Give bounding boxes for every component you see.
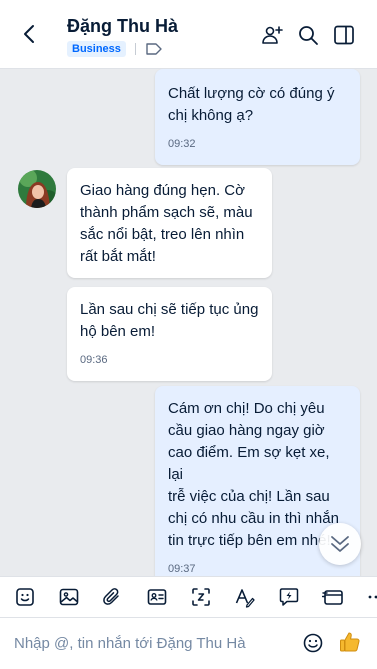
- message-bubble-received[interactable]: Giao hàng đúng hẹn. Cờ thành phẩm sạch s…: [67, 168, 272, 278]
- text-format-icon[interactable]: [234, 586, 256, 608]
- add-member-icon[interactable]: [260, 23, 284, 47]
- message-input[interactable]: [14, 631, 284, 655]
- business-badge: Business: [67, 41, 126, 57]
- payment-card-icon[interactable]: [322, 586, 344, 608]
- contact-name[interactable]: Đặng Thu Hà: [67, 16, 178, 37]
- back-arrow-icon[interactable]: [18, 22, 42, 46]
- image-icon[interactable]: [58, 586, 80, 608]
- double-chevron-down-icon: [331, 536, 349, 552]
- message-time: 09:37: [168, 563, 196, 575]
- search-icon[interactable]: [296, 23, 320, 47]
- scroll-to-bottom-button[interactable]: [319, 523, 361, 565]
- message-text: Chất lượng cờ có đúng ý chị không ạ?: [168, 85, 335, 124]
- thumbs-up-icon[interactable]: [338, 630, 362, 654]
- composer-toolbar: [0, 576, 377, 618]
- contact-avatar[interactable]: [18, 170, 56, 208]
- message-text: Cám ơn chị! Do chị yêu cầu giao hàng nga…: [168, 400, 339, 549]
- screenshot-icon[interactable]: [190, 586, 212, 608]
- message-bubble-received[interactable]: Lần sau chị sẽ tiếp tục ủng hộ bên em! 0…: [67, 287, 272, 381]
- emoji-icon[interactable]: [302, 632, 324, 654]
- more-icon[interactable]: [366, 586, 377, 608]
- message-time: 09:36: [80, 354, 108, 366]
- side-panel-icon[interactable]: [332, 23, 356, 47]
- message-text: Lần sau chị sẽ tiếp tục ủng hộ bên em!: [80, 301, 259, 340]
- sticker-icon[interactable]: [14, 586, 36, 608]
- header-divider: [135, 43, 136, 55]
- message-time: 09:32: [168, 138, 196, 150]
- tag-icon[interactable]: [145, 42, 163, 56]
- message-bubble-sent[interactable]: Chất lượng cờ có đúng ý chị không ạ? 09:…: [155, 69, 360, 165]
- attachment-icon[interactable]: [101, 586, 123, 608]
- message-list[interactable]: Chất lượng cờ có đúng ý chị không ạ? 09:…: [0, 69, 377, 576]
- message-text: Giao hàng đúng hẹn. Cờ thành phẩm sạch s…: [80, 182, 253, 265]
- quick-message-icon[interactable]: [278, 586, 300, 608]
- composer: [0, 618, 377, 669]
- chat-header: Đặng Thu Hà Business: [0, 0, 377, 69]
- contact-card-icon[interactable]: [146, 586, 168, 608]
